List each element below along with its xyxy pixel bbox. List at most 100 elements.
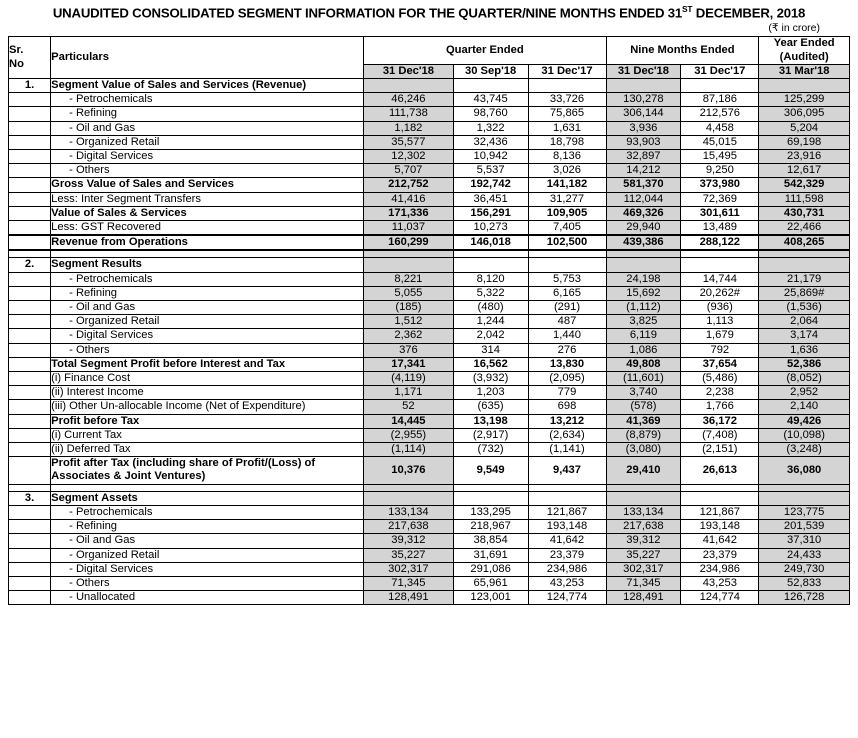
table-row: - Others 376 314 276 1,086 792 1,636 bbox=[7, 342, 850, 358]
cell-value: 35,227 bbox=[605, 547, 682, 563]
cell-value: 121,867 bbox=[527, 504, 607, 521]
cell-value: 41,642 bbox=[680, 533, 760, 549]
cell-value: 41,416 bbox=[363, 191, 454, 207]
row-label-text: (i) Current Tax bbox=[51, 428, 122, 441]
cell-value: 171,336 bbox=[363, 205, 454, 222]
table-row: (i) Finance Cost (4,119) (3,932) (2,095) (11… bbox=[7, 371, 850, 387]
header-sr-line2: No bbox=[9, 57, 24, 70]
cell-value: 32,897 bbox=[605, 149, 682, 165]
cell-value: 37,310 bbox=[758, 533, 850, 549]
cell-value: 193,148 bbox=[680, 519, 760, 535]
row-sr-spacer bbox=[7, 575, 52, 592]
cell-value: (2,955) bbox=[363, 427, 454, 444]
row-label: - Oil and Gas bbox=[50, 120, 365, 136]
table-row: Revenue from Operations 160,299 146,018 102… bbox=[7, 234, 850, 252]
cell-value: 581,370 bbox=[605, 177, 682, 193]
cell-value bbox=[605, 257, 682, 273]
cell-value: 22,466 bbox=[758, 220, 850, 236]
cell-value: 5,204 bbox=[758, 120, 850, 136]
cell-value: 212,576 bbox=[680, 106, 760, 122]
cell-value: 156,291 bbox=[452, 205, 529, 222]
cell-value: 133,134 bbox=[363, 504, 454, 521]
cell-value: 439,386 bbox=[605, 234, 682, 252]
row-label: - Organized Retail bbox=[50, 134, 365, 151]
cell-value: 125,299 bbox=[758, 92, 850, 108]
row-label-text: - Refining bbox=[69, 520, 118, 533]
cell-value: 542,329 bbox=[758, 177, 850, 193]
row-sr-spacer bbox=[7, 220, 52, 236]
cell-value: (480) bbox=[452, 300, 529, 316]
cell-value bbox=[363, 490, 454, 506]
section-gap-cell bbox=[363, 484, 454, 492]
row-sr-spacer bbox=[7, 561, 52, 577]
header-date-9m-dec17: 31 Dec'17 bbox=[680, 63, 760, 80]
cell-value: 5,753 bbox=[527, 271, 607, 287]
cell-value: 3,026 bbox=[527, 163, 607, 179]
cell-value: 32,436 bbox=[452, 134, 529, 151]
table-row: - Digital Services 12,302 10,942 8,136 32,89… bbox=[7, 149, 850, 165]
cell-value: 5,537 bbox=[452, 163, 529, 179]
cell-value: (3,248) bbox=[758, 442, 850, 458]
section-number: 1. bbox=[7, 77, 52, 94]
row-label-text: - Refining bbox=[69, 286, 118, 299]
row-sr-spacer bbox=[7, 314, 52, 330]
section-gap-label bbox=[50, 250, 365, 258]
row-sr-spacer bbox=[7, 371, 52, 387]
row-sr-spacer bbox=[7, 456, 52, 485]
section-number: 2. bbox=[7, 257, 52, 273]
table-row: Total Segment Profit before Interest and… bbox=[7, 356, 850, 373]
header-group-quarter: Quarter Ended bbox=[363, 36, 607, 65]
cell-value: 779 bbox=[527, 385, 607, 401]
section-number: 3. bbox=[7, 490, 52, 506]
cell-value bbox=[758, 77, 850, 94]
cell-value: 124,774 bbox=[680, 590, 760, 606]
header-sr-line1: Sr. bbox=[9, 44, 24, 57]
cell-value: 36,451 bbox=[452, 191, 529, 207]
section-gap-cell bbox=[452, 484, 529, 492]
cell-value: 1,182 bbox=[363, 120, 454, 136]
table-row: - Digital Services 302,317 291,086 234,986 3… bbox=[7, 561, 850, 577]
row-label: (i) Current Tax bbox=[50, 427, 365, 444]
row-label-text: Less: GST Recovered bbox=[51, 221, 161, 234]
cell-value: (3,932) bbox=[452, 371, 529, 387]
cell-value: 217,638 bbox=[605, 519, 682, 535]
cell-value: (291) bbox=[527, 300, 607, 316]
cell-value: 65,961 bbox=[452, 575, 529, 592]
row-label: Profit before Tax bbox=[50, 413, 365, 429]
units-note: (₹ in crore) bbox=[768, 22, 820, 35]
cell-value: 1,766 bbox=[680, 399, 760, 415]
cell-value: 306,144 bbox=[605, 106, 682, 122]
row-label-text: - Organized Retail bbox=[69, 135, 160, 148]
cell-value: 192,742 bbox=[452, 177, 529, 193]
page-title: UNAUDITED CONSOLIDATED SEGMENT INFORMATI… bbox=[8, 0, 850, 20]
row-label-text: Less: Inter Segment Transfers bbox=[51, 192, 201, 205]
cell-value: (2,634) bbox=[527, 427, 607, 444]
cell-value bbox=[527, 490, 607, 506]
cell-value: (1,536) bbox=[758, 300, 850, 316]
cell-value: 301,611 bbox=[680, 205, 760, 222]
cell-value bbox=[605, 490, 682, 506]
cell-value: 291,086 bbox=[452, 561, 529, 577]
header-particulars: Particulars bbox=[50, 36, 365, 79]
cell-value: 217,638 bbox=[363, 519, 454, 535]
row-label: - Digital Services bbox=[50, 561, 365, 577]
row-label-text: - Others bbox=[69, 343, 110, 356]
row-label: - Organized Retail bbox=[50, 547, 365, 563]
cell-value: 469,326 bbox=[605, 205, 682, 222]
table-row: - Organized Retail 35,577 32,436 18,798 93,9… bbox=[7, 134, 850, 151]
cell-value: 128,491 bbox=[605, 590, 682, 606]
cell-value: 43,253 bbox=[527, 575, 607, 592]
cell-value: 38,854 bbox=[452, 533, 529, 549]
table-row: - Unallocated 128,491 123,001 124,774 128,49… bbox=[7, 590, 850, 606]
cell-value bbox=[680, 77, 760, 94]
table-row: - Refining 5,055 5,322 6,165 15,692 20,262# 25… bbox=[7, 285, 850, 302]
row-label: Less: GST Recovered bbox=[50, 220, 365, 236]
cell-value: (1,141) bbox=[527, 442, 607, 458]
cell-value bbox=[680, 490, 760, 506]
table-row: - Petrochemicals 46,246 43,745 33,726 130,27… bbox=[7, 92, 850, 108]
table-row: (ii) Deferred Tax (1,114) (732) (1,141) (3,0… bbox=[7, 442, 850, 458]
cell-value: 17,341 bbox=[363, 356, 454, 373]
cell-value: 31,277 bbox=[527, 191, 607, 207]
cell-value: 14,744 bbox=[680, 271, 760, 287]
row-sr-spacer bbox=[7, 163, 52, 179]
